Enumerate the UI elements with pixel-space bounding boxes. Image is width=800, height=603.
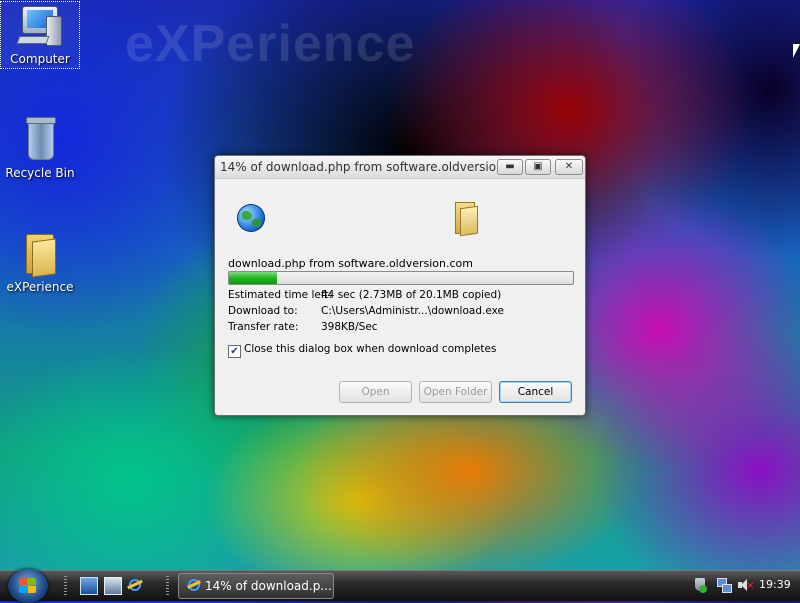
minimize-button[interactable]: ▬ [497,159,523,175]
desktop-icon-computer[interactable]: Computer [0,1,80,69]
dialog-title: 14% of download.php from software.oldver… [220,160,496,174]
download-to-row: Download to: C:\Users\Administr...\downlo… [228,305,504,317]
estimated-time-value: 44 sec (2.73MB of 20.1MB copied) [321,289,502,301]
close-when-done-option[interactable]: ✔ Close this dialog box when download com… [228,343,496,358]
transfer-rate-row: Transfer rate: 398KB/Sec [228,321,378,333]
globe-icon [237,204,265,232]
security-shield-icon[interactable] [692,577,708,593]
download-progress-bar [228,271,574,285]
folder-icon [16,230,64,278]
taskbar: 14% of download.p... ✕ 19:39 [0,569,800,603]
open-button[interactable]: Open [339,381,412,403]
taskbar-grip[interactable] [166,576,169,596]
dialog-body: download.php from software.oldversion.co… [215,179,585,415]
close-when-done-checkbox[interactable]: ✔ [228,345,241,358]
desktop-icon-recycle-bin[interactable]: Recycle Bin [1,116,79,180]
desktop-watermark: eXPerience [125,15,416,73]
taskbar-task-label: 14% of download.p... [205,579,332,593]
transfer-rate-label: Transfer rate: [228,321,299,333]
desktop-icon-label: Recycle Bin [5,166,75,180]
desktop-icon-experience-folder[interactable]: eXPerience [1,230,79,294]
minimize-icon: ▬ [505,161,515,172]
windows-flag-icon [19,578,37,594]
cancel-button[interactable]: Cancel [499,381,572,403]
maximize-icon: ▣ [533,161,543,172]
switch-windows-icon[interactable] [104,577,122,595]
show-desktop-icon[interactable] [80,577,98,595]
transfer-rate-value: 398KB/Sec [321,321,378,333]
desktop-icon-label: eXPerience [6,280,74,294]
destination-folder-icon [455,202,479,237]
maximize-button[interactable]: ▣ [525,159,551,175]
close-button[interactable]: ✕ [555,159,583,175]
download-to-label: Download to: [228,305,298,317]
dialog-titlebar[interactable]: 14% of download.php from software.oldver… [215,156,585,179]
mouse-cursor-icon [793,44,800,58]
volume-muted-icon[interactable]: ✕ [737,577,754,593]
estimated-time-row: Estimated time left:44 sec (2.73MB of 20… [228,289,501,301]
internet-explorer-icon [187,578,201,592]
download-to-value: C:\Users\Administr...\download.exe [321,305,504,317]
estimated-time-label: Estimated time left: [228,289,332,301]
download-source: download.php from software.oldversion.co… [228,257,473,270]
network-icon[interactable] [716,577,732,593]
start-button[interactable] [8,569,48,603]
taskbar-grip[interactable] [64,576,67,596]
taskbar-task-download[interactable]: 14% of download.p... [178,573,334,599]
recycle-bin-icon [16,116,64,164]
close-icon: ✕ [564,161,574,172]
download-dialog: 14% of download.php from software.oldver… [214,155,586,416]
computer-icon [16,2,64,50]
open-folder-button[interactable]: Open Folder [419,381,492,403]
desktop-icon-label: Computer [10,52,70,66]
internet-explorer-icon[interactable] [127,577,143,593]
progress-fill [229,272,278,284]
close-when-done-label: Close this dialog box when download comp… [244,343,497,355]
taskbar-clock[interactable]: 19:39 [759,578,791,591]
